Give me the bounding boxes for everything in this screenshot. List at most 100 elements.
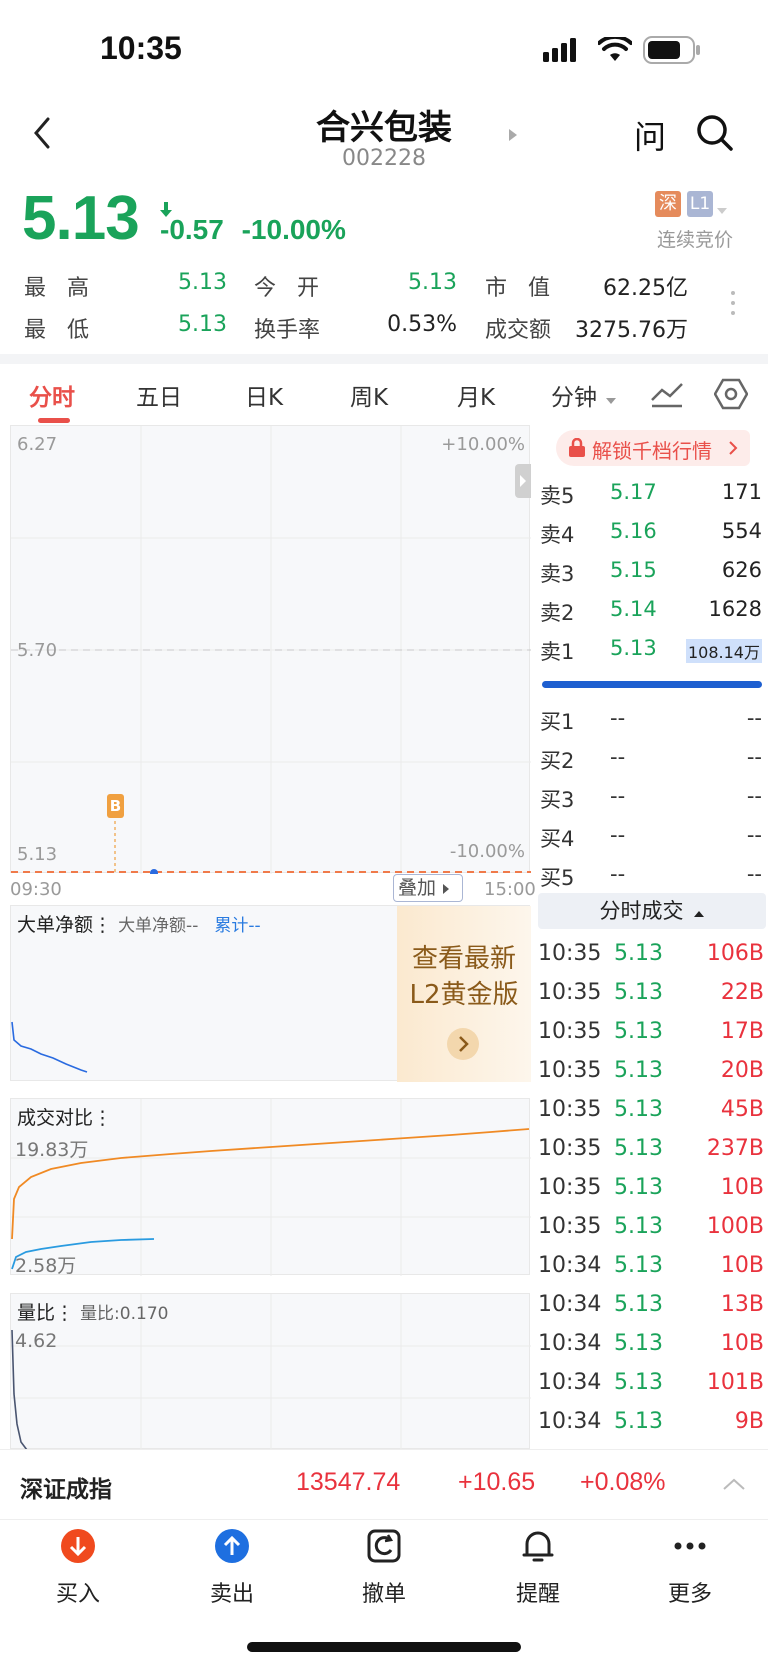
tick-row-price: 5.13: [614, 1331, 663, 1356]
tick-row-time: 10:35: [538, 980, 602, 1005]
sell-row-label: 卖4: [540, 523, 575, 547]
caret-up-icon: [693, 911, 704, 917]
tick-row-vol: 17B: [720, 1019, 764, 1044]
tab-five-day[interactable]: 五日: [136, 378, 182, 412]
buy-row-price: --: [610, 784, 626, 808]
volume-compare-panel[interactable]: 成交对比⋮ 19.83万 2.58万: [10, 1098, 531, 1277]
buy-row-volume: --: [746, 784, 762, 808]
stat-value-amount: 3275.76万: [575, 318, 688, 343]
buy-row-volume: --: [746, 745, 762, 769]
unlock-label: 解锁千档行情: [592, 439, 712, 463]
tick-row: 10:35 5.13 10B: [538, 1170, 764, 1209]
tick-row-vol: 13B: [720, 1292, 764, 1317]
tick-row-price: 5.13: [614, 1409, 663, 1434]
index-bar[interactable]: 深证成指 13547.74 +10.65 +0.08%: [0, 1449, 768, 1519]
buy-row-price: --: [610, 745, 626, 769]
sell-row-volume: 1628: [708, 597, 762, 621]
l2-promo-line1: 查看最新: [411, 944, 516, 974]
tick-row-time: 10:35: [538, 1136, 602, 1161]
chart-time-end: 15:00: [484, 879, 536, 900]
buy-row: 买2 -- --: [540, 739, 762, 778]
sell-row-label: 卖1: [540, 640, 575, 664]
l2-promo[interactable]: 查看最新 L2黄金版: [397, 906, 531, 1082]
battery-icon: [643, 36, 701, 68]
tab-daily-k[interactable]: 日K: [245, 378, 283, 412]
index-change-pct: +0.08%: [580, 1468, 666, 1496]
next-stock-icon[interactable]: [508, 127, 518, 146]
sell-row-volume: 626: [721, 558, 762, 582]
tab-monthly-k[interactable]: 月K: [457, 378, 495, 412]
tick-row: 10:35 5.13 100B: [538, 1209, 764, 1248]
tick-row-vol: 237B: [706, 1136, 764, 1161]
buy-marker[interactable]: B: [107, 794, 124, 818]
buy-button[interactable]: 买入: [8, 1528, 148, 1608]
chevron-up-icon[interactable]: [722, 1476, 746, 1495]
tick-row: 10:35 5.13 106B: [538, 936, 764, 975]
tab-weekly-k[interactable]: 周K: [350, 378, 388, 412]
sell-row: 卖1 5.13 108.14万: [540, 630, 762, 669]
buy-label: 买入: [55, 1582, 100, 1607]
sell-row-volume: 171: [721, 480, 762, 504]
wifi-icon: [597, 34, 633, 67]
tick-row-price: 5.13: [614, 1175, 663, 1200]
tick-row-vol: 106B: [706, 941, 764, 966]
sell-row-price: 5.17: [610, 480, 657, 504]
sell-row: 卖5 5.17 171: [540, 474, 762, 513]
chart-collapse-handle[interactable]: [515, 464, 531, 498]
chart-time-start: 09:30: [10, 879, 62, 900]
tick-row-time: 10:34: [538, 1370, 602, 1395]
tick-row: 10:35 5.13 20B: [538, 1053, 764, 1092]
buy-row-price: --: [610, 823, 626, 847]
volume-ratio-title-text: 量比: [17, 1302, 56, 1324]
volume-compare-top: 19.83万: [15, 1139, 89, 1161]
sell-row: 卖3 5.15 626: [540, 552, 762, 591]
tick-row-price: 5.13: [614, 941, 663, 966]
chart-pct-bottom: -10.00%: [449, 841, 525, 862]
tick-row-time: 10:35: [538, 1019, 602, 1044]
sell-row-volume: 554: [721, 519, 762, 543]
overlay-button[interactable]: 叠加: [393, 874, 463, 902]
big-order-panel[interactable]: 大单净额⋮ 大单净额-- 累计-- 查看最新 L2黄金版: [10, 905, 531, 1082]
tick-row-vol: 45B: [720, 1097, 764, 1122]
more-vertical-icon[interactable]: [730, 290, 736, 320]
ticks-header[interactable]: 分时成交: [538, 893, 766, 929]
indicator-line-icon[interactable]: [650, 380, 684, 412]
buy-row: 买1 -- --: [540, 700, 762, 739]
unlock-depth-button[interactable]: 解锁千档行情: [556, 430, 750, 466]
sell-icon: [215, 1529, 249, 1563]
buy-icon: [61, 1529, 95, 1563]
sell-row-price: 5.16: [610, 519, 657, 543]
ask-button[interactable]: 问: [634, 112, 666, 158]
volume-ratio-title: 量比⋮ 量比:0.170: [17, 1298, 168, 1325]
tick-row-vol: 22B: [720, 980, 764, 1005]
tab-minute[interactable]: 分钟: [551, 378, 597, 412]
signal-icon: [543, 38, 583, 66]
sell-row-volume: 108.14万: [686, 639, 762, 663]
chevron-down-icon: [716, 200, 728, 219]
sell-button[interactable]: 卖出: [162, 1528, 302, 1608]
buy-row-price: --: [610, 706, 626, 730]
chart-pct-top: +10.00%: [441, 434, 525, 455]
buy-row-label: 买5: [540, 866, 575, 890]
tick-row: 10:35 5.13 17B: [538, 1014, 764, 1053]
tick-row: 10:34 5.13 10B: [538, 1248, 764, 1287]
level-badge[interactable]: L1: [687, 191, 713, 217]
tick-row: 10:34 5.13 13B: [538, 1287, 764, 1326]
chart-price-bottom: 5.13: [17, 844, 58, 865]
cancel-order-button[interactable]: 撤单: [314, 1528, 454, 1608]
buy-row-volume: --: [746, 862, 762, 886]
home-indicator: [247, 1642, 521, 1652]
buy-row-label: 买1: [540, 710, 575, 734]
volume-ratio-panel[interactable]: 量比⋮ 量比:0.170 4.62: [10, 1293, 531, 1450]
intraday-chart[interactable]: 6.27 +10.00% 5.70 5.13 -10.00% B: [10, 425, 531, 874]
tick-row-time: 10:34: [538, 1292, 602, 1317]
alert-button[interactable]: 提醒: [468, 1528, 608, 1608]
price-change-pct: -10.00%: [241, 214, 346, 245]
tab-intraday[interactable]: 分时: [29, 378, 75, 412]
buy-row-label: 买3: [540, 788, 575, 812]
more-button[interactable]: 更多: [620, 1528, 760, 1608]
tick-row: 10:34 5.13 101B: [538, 1365, 764, 1404]
tick-row-time: 10:34: [538, 1409, 602, 1434]
search-icon[interactable]: [696, 114, 734, 156]
settings-hexagon-icon[interactable]: [713, 378, 749, 414]
